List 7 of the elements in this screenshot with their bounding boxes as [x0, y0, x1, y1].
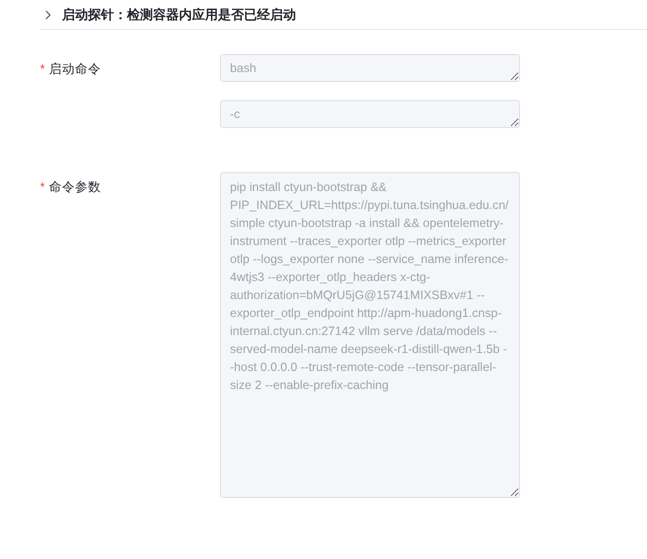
- section-header[interactable]: 启动探针：检测容器内应用是否已经启动: [40, 0, 647, 30]
- field-label: 启动命令: [48, 62, 101, 76]
- required-mark: *: [40, 180, 45, 194]
- field-label: 命令参数: [48, 180, 101, 194]
- section-title: 启动探针：检测容器内应用是否已经启动: [62, 6, 296, 24]
- chevron-right-icon: [43, 10, 53, 20]
- required-mark: *: [40, 62, 45, 76]
